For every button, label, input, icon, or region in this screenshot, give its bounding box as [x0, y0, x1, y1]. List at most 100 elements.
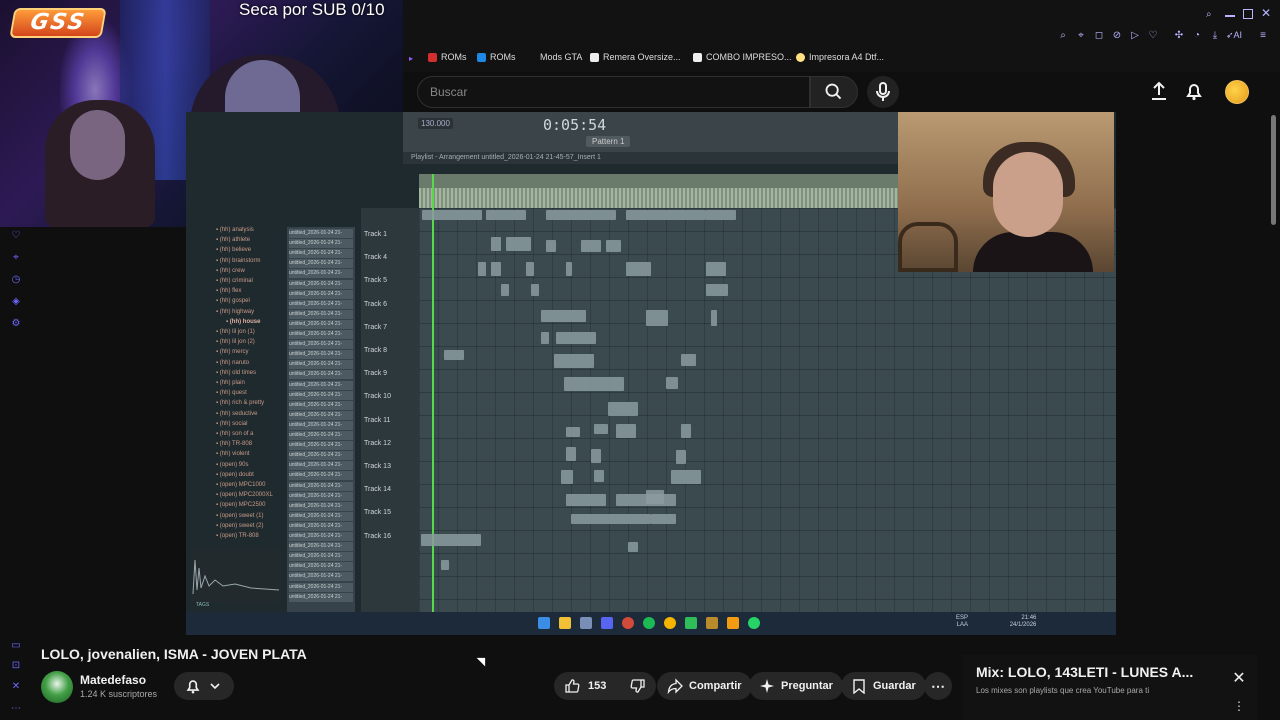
- fl-file-item[interactable]: untitled_2026-01-24 21-: [289, 279, 353, 289]
- upload-button[interactable]: [1148, 80, 1170, 102]
- fl-file-item[interactable]: untitled_2026-01-24 21-: [289, 319, 353, 329]
- more-icon[interactable]: ⋯: [10, 703, 22, 715]
- ax-icon[interactable]: ✕: [10, 681, 22, 693]
- fl-folder-item[interactable]: ▪ (hh) flex: [216, 288, 241, 294]
- fl-file-item[interactable]: untitled_2026-01-24 21-: [289, 511, 353, 521]
- audio-clip[interactable]: [566, 447, 576, 461]
- audio-clip[interactable]: [676, 450, 686, 464]
- heart-icon[interactable]: ♡: [10, 230, 22, 242]
- menu-icon[interactable]: ≡: [1258, 31, 1268, 41]
- audio-clip[interactable]: [571, 514, 651, 524]
- fl-folder-item[interactable]: ▪ (hh) athlete: [216, 237, 250, 243]
- fl-file-item[interactable]: untitled_2026-01-24 21-: [289, 309, 353, 319]
- track-label[interactable]: Track 8: [364, 347, 387, 354]
- fl-file-item[interactable]: untitled_2026-01-24 21-: [289, 572, 353, 582]
- fl-folder-item[interactable]: ▪ (hh) lil jon (2): [216, 339, 255, 345]
- audio-clip[interactable]: [616, 424, 636, 438]
- spotify-icon[interactable]: [643, 617, 655, 629]
- like-button[interactable]: 153: [564, 678, 606, 694]
- chat-icon[interactable]: ◈: [10, 296, 22, 308]
- pattern-selector[interactable]: Pattern 1: [586, 136, 631, 147]
- audio-clip[interactable]: [706, 262, 726, 276]
- fl-folder-item[interactable]: ▪ (hh) TR-808: [216, 441, 252, 447]
- fl-file-item[interactable]: untitled_2026-01-24 21-: [289, 289, 353, 299]
- fl-file-item[interactable]: untitled_2026-01-24 21-: [289, 229, 353, 238]
- search-input[interactable]: Buscar: [417, 76, 810, 108]
- extensions-icon[interactable]: ✣: [1174, 31, 1184, 41]
- fl-file-item[interactable]: untitled_2026-01-24 21-: [289, 501, 353, 511]
- tray-language[interactable]: ESP LAA: [956, 615, 968, 629]
- settings-icon[interactable]: ⚙: [10, 318, 22, 330]
- fl-folder-item[interactable]: ▪ (hh) brainstorm: [216, 258, 260, 264]
- fl-file-item[interactable]: untitled_2026-01-24 21-: [289, 360, 353, 370]
- fl-file-item[interactable]: untitled_2026-01-24 21-: [289, 491, 353, 501]
- track-label[interactable]: Track 6: [364, 301, 387, 308]
- fl-folder-item[interactable]: ▪ (hh) mercy: [216, 349, 248, 355]
- audio-clip[interactable]: [706, 210, 736, 220]
- audio-clip[interactable]: [711, 310, 717, 326]
- audio-clip[interactable]: [591, 449, 601, 463]
- save-button[interactable]: Guardar: [841, 672, 926, 700]
- track-label[interactable]: Track 5: [364, 277, 387, 284]
- fl-folder-item[interactable]: ▪ (open) TR-808: [216, 533, 259, 539]
- fl-folder-item[interactable]: ▪ (open) sweet (1): [216, 513, 263, 519]
- heart-icon[interactable]: ♡: [1148, 31, 1158, 41]
- zoom-icon[interactable]: ⌕: [1058, 31, 1068, 41]
- windows-start-icon[interactable]: [538, 617, 550, 629]
- fl-folder-item[interactable]: ▪ (hh) crew: [216, 268, 245, 274]
- steam-icon[interactable]: [580, 617, 592, 629]
- fl-file-item[interactable]: untitled_2026-01-24 21-: [289, 259, 353, 269]
- fl-folder-item[interactable]: ▪ (hh) highway: [216, 309, 254, 315]
- minimize-icon[interactable]: [1225, 15, 1235, 17]
- chevron-right-icon[interactable]: ▸: [409, 54, 413, 63]
- fl-file-item[interactable]: untitled_2026-01-24 21-: [289, 350, 353, 360]
- whatsapp-icon[interactable]: [748, 617, 760, 629]
- audio-clip[interactable]: [486, 210, 526, 220]
- close-icon[interactable]: ✕: [1231, 671, 1247, 687]
- fl-folder-item[interactable]: ▪ (hh) naruto: [216, 360, 249, 366]
- ask-button[interactable]: Preguntar: [749, 672, 843, 700]
- panel-icon[interactable]: ▭: [10, 640, 22, 652]
- master-audio-clip[interactable]: [419, 188, 899, 208]
- fl-file-item[interactable]: untitled_2026-01-24 21-: [289, 481, 353, 491]
- fl-folder-item[interactable]: ▪ (hh) son of a: [216, 431, 253, 437]
- audio-clip[interactable]: [564, 377, 624, 391]
- fl-file-item[interactable]: untitled_2026-01-24 21-: [289, 330, 353, 339]
- fl-folder-item[interactable]: ▪ (open) MPC1000: [216, 482, 266, 488]
- track-label[interactable]: Track 14: [364, 486, 391, 493]
- screenshot-icon[interactable]: ◻: [1094, 31, 1104, 41]
- fl-folder-item[interactable]: ▪ (hh) violent: [216, 451, 249, 457]
- audio-clip[interactable]: [681, 424, 691, 438]
- fl-file-item[interactable]: untitled_2026-01-24 21-: [289, 340, 353, 350]
- fl-file-item[interactable]: untitled_2026-01-24 21-: [289, 239, 353, 249]
- profile-icon[interactable]: ◔: [1192, 31, 1202, 41]
- audio-clip[interactable]: [626, 210, 706, 220]
- bookmark-roms-2[interactable]: ROMs: [477, 52, 516, 62]
- audio-clip[interactable]: [561, 470, 573, 484]
- fl-file-item[interactable]: untitled_2026-01-24 21-: [289, 431, 353, 440]
- fl-folder-item[interactable]: ▪ (open) doubt: [216, 472, 254, 478]
- fl-file-item[interactable]: untitled_2026-01-24 21-: [289, 370, 353, 380]
- discord-icon[interactable]: [601, 617, 613, 629]
- fl-file-item[interactable]: untitled_2026-01-24 21-: [289, 451, 353, 461]
- audio-clip[interactable]: [646, 490, 664, 504]
- audio-clip[interactable]: [651, 514, 676, 524]
- fl-file-item[interactable]: untitled_2026-01-24 21-: [289, 400, 353, 410]
- audio-clip[interactable]: [541, 310, 586, 322]
- track-label[interactable]: Track 9: [364, 370, 387, 377]
- fl-file-item[interactable]: untitled_2026-01-24 21-: [289, 521, 353, 531]
- fl-file-item[interactable]: untitled_2026-01-24 21-: [289, 269, 353, 279]
- close-window-icon[interactable]: ✕: [1261, 7, 1273, 19]
- audio-clip[interactable]: [546, 210, 616, 220]
- fl-file-item[interactable]: untitled_2026-01-24 21-: [289, 532, 353, 541]
- audio-clip[interactable]: [566, 262, 572, 276]
- fl-file-item[interactable]: untitled_2026-01-24 21-: [289, 380, 353, 390]
- opera-icon[interactable]: [622, 617, 634, 629]
- audio-clip[interactable]: [501, 284, 509, 296]
- trash-icon[interactable]: ⊡: [10, 660, 22, 672]
- audio-clip[interactable]: [506, 237, 531, 251]
- bookmark-mods-gta[interactable]: Mods GTA: [540, 52, 582, 62]
- fl-folder-item[interactable]: ▪ (hh) believe: [216, 247, 251, 253]
- audio-clip[interactable]: [566, 427, 580, 437]
- audio-clip[interactable]: [581, 240, 601, 252]
